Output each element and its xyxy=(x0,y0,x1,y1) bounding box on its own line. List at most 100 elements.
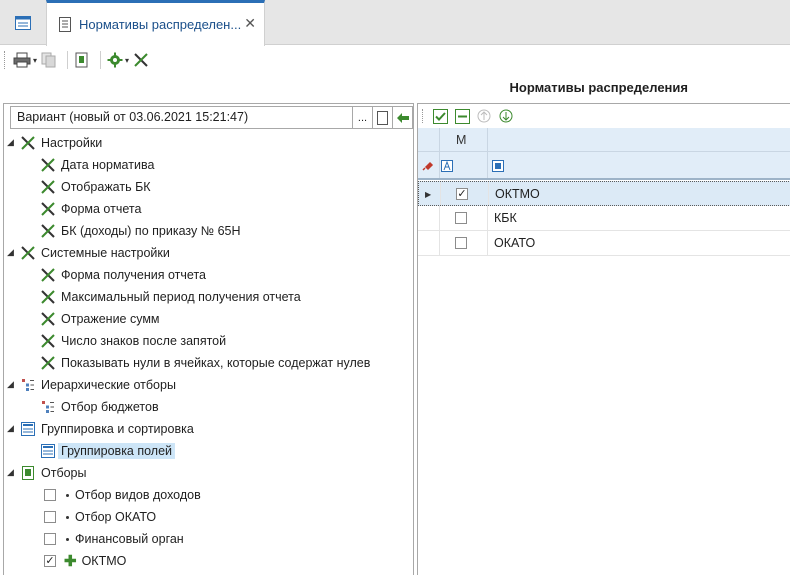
bullet-icon xyxy=(66,515,69,519)
collapse-arrow-icon[interactable]: ◢ xyxy=(7,247,14,258)
row-checkbox[interactable] xyxy=(455,212,467,224)
tree-group-label: Отборы xyxy=(41,466,87,480)
column-separator xyxy=(487,206,488,230)
tree-group-filters[interactable]: ◢ Отборы xyxy=(4,462,413,484)
variant-select-button[interactable]: ... xyxy=(353,106,373,129)
print-button[interactable]: ▾ xyxy=(13,48,37,72)
tree-group-system[interactable]: ◢ Системные настройки xyxy=(4,242,413,264)
tree-item[interactable]: Число знаков после запятой xyxy=(4,330,413,352)
check-all-button[interactable] xyxy=(431,107,449,125)
tree-item[interactable]: Форма получения отчета xyxy=(4,264,413,286)
export-icon xyxy=(75,52,88,68)
hierarchy-icon xyxy=(40,399,56,415)
grid-toolbar xyxy=(418,104,790,128)
tools-icon xyxy=(40,179,56,195)
grouping-icon xyxy=(40,443,56,459)
collapse-arrow-icon[interactable]: ◢ xyxy=(7,137,14,148)
toolbar-grip xyxy=(4,51,7,69)
collapse-arrow-icon[interactable]: ◢ xyxy=(7,379,14,390)
chevron-down-icon[interactable]: ▾ xyxy=(33,56,37,65)
pin-icon[interactable] xyxy=(422,159,434,174)
tree-item-label: Отбор бюджетов xyxy=(61,400,159,414)
tree-item-label: Максимальный период получения отчета xyxy=(61,290,301,304)
column-header-m[interactable]: M xyxy=(456,133,466,147)
settings-button[interactable]: ▾ xyxy=(107,48,129,72)
tree-item[interactable]: Отбор бюджетов xyxy=(4,396,413,418)
collapse-arrow-icon[interactable]: ◢ xyxy=(7,423,14,434)
tree-item-label: ОКТМО xyxy=(81,554,127,568)
filter-item[interactable]: ✓ ✚ ОКТМО xyxy=(4,550,413,572)
table-row[interactable]: ▶ ✓ ОКТМО xyxy=(418,181,790,206)
filter-checkbox[interactable] xyxy=(44,489,56,501)
document-icon xyxy=(59,17,71,32)
toolbar-separator xyxy=(67,51,69,69)
tree-group-label: Группировка и сортировка xyxy=(41,422,194,436)
tree-item[interactable]: Дата норматива xyxy=(4,154,413,176)
bullet-icon xyxy=(66,537,69,541)
move-down-button[interactable] xyxy=(497,107,515,125)
table-row[interactable]: ОКАТО xyxy=(418,231,790,256)
tools-icon xyxy=(40,223,56,239)
row-checkbox[interactable] xyxy=(455,237,467,249)
column-separator xyxy=(487,128,488,151)
tree-item-label: Отображать БК xyxy=(61,180,151,194)
window-icon xyxy=(14,15,31,30)
tree-item[interactable]: Форма отчета xyxy=(4,198,413,220)
tools-icon xyxy=(20,135,36,151)
filter-checkbox-checked[interactable]: ✓ xyxy=(44,555,56,567)
row-field-label: ОКТМО xyxy=(495,187,540,201)
filter-item[interactable]: Отбор видов доходов xyxy=(4,484,413,506)
export-button[interactable] xyxy=(74,48,90,72)
ellipsis-icon: ... xyxy=(357,111,368,124)
uncheck-all-button[interactable] xyxy=(453,107,471,125)
variant-back-button[interactable] xyxy=(393,106,413,129)
row-field-label: ОКАТО xyxy=(494,236,536,250)
filter-checkbox[interactable] xyxy=(44,533,56,545)
value-filter-icon[interactable] xyxy=(492,160,504,175)
toolbar-grip xyxy=(422,109,425,123)
move-up-button[interactable] xyxy=(475,107,493,125)
chevron-down-icon[interactable]: ▾ xyxy=(125,56,129,65)
close-icon[interactable]: ✕ xyxy=(244,15,256,32)
column-separator xyxy=(487,152,488,178)
tab-normatives[interactable]: Нормативы распределен... ✕ xyxy=(46,0,265,46)
tree-group-label: Иерархические отборы xyxy=(41,378,176,392)
printer-icon xyxy=(13,52,31,68)
toolbar-separator xyxy=(100,51,102,69)
text-filter-icon[interactable] xyxy=(441,160,453,175)
variant-field[interactable]: Вариант (новый от 03.06.2021 15:21:47) xyxy=(10,106,353,129)
tree-group-settings[interactable]: ◢ Настройки xyxy=(4,132,413,154)
tools-icon xyxy=(40,355,56,371)
tree-item[interactable]: БК (доходы) по приказу № 65Н xyxy=(4,220,413,242)
hierarchy-icon xyxy=(20,377,36,393)
tree-item[interactable]: Отображать БК xyxy=(4,176,413,198)
tab-title: Нормативы распределен... xyxy=(79,17,242,32)
tree-group-grouping[interactable]: ◢ Группировка и сортировка xyxy=(4,418,413,440)
tree-item-label: Число знаков после запятой xyxy=(61,334,227,348)
tree-item-label: Показывать нули в ячейках, которые содер… xyxy=(61,356,371,370)
filter-item[interactable]: Финансовый орган xyxy=(4,528,413,550)
tree-item-selected[interactable]: Группировка полей xyxy=(4,440,413,462)
current-row-indicator-icon: ▶ xyxy=(425,190,432,199)
copy-button[interactable] xyxy=(41,48,57,72)
tree-item[interactable]: Отражение сумм xyxy=(4,308,413,330)
filter-checkbox[interactable] xyxy=(44,511,56,523)
arrow-up-icon xyxy=(477,109,491,123)
settings-tree: ◢ Настройки Дата норматива Отображать БК… xyxy=(4,132,413,572)
table-row[interactable]: КБК xyxy=(418,206,790,231)
tree-group-hierarchy[interactable]: ◢ Иерархические отборы xyxy=(4,374,413,396)
tree-item[interactable]: Максимальный период получения отчета xyxy=(4,286,413,308)
collapse-arrow-icon[interactable]: ◢ xyxy=(7,467,14,478)
variant-new-button[interactable] xyxy=(373,106,393,129)
tree-group-label: Системные настройки xyxy=(41,246,170,260)
row-checkbox-checked[interactable]: ✓ xyxy=(456,188,468,200)
fields-grid-panel: M ▶ ✓ ОКТМО КБК ОКАТО xyxy=(417,103,790,575)
tools-icon xyxy=(40,333,56,349)
tree-item-label: Дата норматива xyxy=(61,158,155,172)
tab-home[interactable] xyxy=(0,0,45,45)
filter-item[interactable]: Отбор ОКАТО xyxy=(4,506,413,528)
row-field-label: КБК xyxy=(494,211,517,225)
column-separator xyxy=(440,182,441,205)
tools-button[interactable] xyxy=(133,48,149,72)
tree-item[interactable]: Показывать нули в ячейках, которые содер… xyxy=(4,352,413,374)
